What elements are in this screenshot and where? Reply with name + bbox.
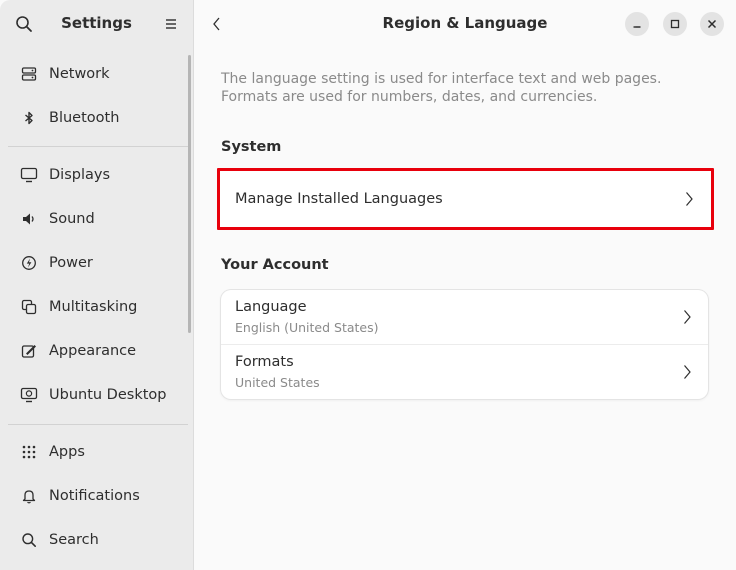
sidebar-item-ubuntu-desktop[interactable]: Ubuntu Desktop <box>8 375 184 415</box>
main-panel: Region & Language The language setting i… <box>194 0 736 570</box>
ubuntu-desktop-icon <box>20 386 38 404</box>
maximize-button[interactable] <box>663 12 687 36</box>
sidebar-item-multitasking[interactable]: Multitasking <box>8 287 184 327</box>
sidebar-item-label: Search <box>49 532 99 548</box>
bell-icon <box>20 487 38 505</box>
apps-grid-icon <box>20 443 38 461</box>
sidebar-divider <box>8 146 188 147</box>
sidebar-item-label: Network <box>49 66 110 82</box>
sidebar-item-displays[interactable]: Displays <box>8 155 184 195</box>
power-icon <box>20 254 38 272</box>
sidebar-item-sound[interactable]: Sound <box>8 199 184 239</box>
display-icon <box>20 166 38 184</box>
sidebar-item-apps[interactable]: Apps <box>8 432 184 472</box>
sidebar-item-label: Multitasking <box>49 299 138 315</box>
hamburger-menu-icon[interactable] <box>163 16 179 32</box>
row-value: United States <box>235 375 320 390</box>
sidebar-item-appearance[interactable]: Appearance <box>8 331 184 371</box>
sidebar: Settings Network Bluetooth Displays Soun… <box>0 0 194 570</box>
maximize-icon <box>670 19 680 29</box>
sidebar-item-label: Displays <box>49 167 111 183</box>
row-label: Manage Installed Languages <box>235 191 443 207</box>
minimize-button[interactable] <box>625 12 649 36</box>
formats-row[interactable]: Formats United States <box>221 344 708 399</box>
sound-icon <box>20 210 38 228</box>
page-description: The language setting is used for interfa… <box>221 71 662 105</box>
language-row[interactable]: Language English (United States) <box>221 290 708 344</box>
sidebar-item-label: Bluetooth <box>49 110 120 126</box>
sidebar-item-network[interactable]: Network <box>8 54 184 94</box>
multitasking-icon <box>20 298 38 316</box>
sidebar-divider <box>8 424 188 425</box>
row-label: Formats <box>235 354 294 370</box>
page-title: Region & Language <box>382 14 548 32</box>
sidebar-item-bluetooth[interactable]: Bluetooth <box>8 98 184 138</box>
sidebar-scrollbar[interactable] <box>188 55 191 333</box>
chevron-right-icon <box>682 364 692 380</box>
sidebar-item-label: Sound <box>49 211 95 227</box>
sidebar-item-power[interactable]: Power <box>8 243 184 283</box>
account-settings-list: Language English (United States) Formats… <box>221 290 708 399</box>
minimize-icon <box>632 19 642 29</box>
sidebar-header: Settings <box>0 0 193 47</box>
appearance-icon <box>20 342 38 360</box>
settings-window: Settings Network Bluetooth Displays Soun… <box>0 0 736 570</box>
bluetooth-icon <box>20 109 38 127</box>
section-title-system: System <box>221 139 282 155</box>
row-label: Language <box>235 299 307 315</box>
section-title-your-account: Your Account <box>221 257 329 273</box>
sidebar-item-label: Ubuntu Desktop <box>49 387 167 403</box>
sidebar-item-label: Notifications <box>49 488 140 504</box>
sidebar-item-notifications[interactable]: Notifications <box>8 476 184 516</box>
sidebar-item-label: Power <box>49 255 93 271</box>
network-icon <box>20 65 38 83</box>
row-value: English (United States) <box>235 320 379 335</box>
sidebar-item-search[interactable]: Search <box>8 520 184 560</box>
search-icon <box>20 531 38 549</box>
chevron-right-icon <box>684 191 694 207</box>
close-button[interactable] <box>700 12 724 36</box>
manage-installed-languages-row[interactable]: Manage Installed Languages <box>217 168 714 230</box>
sidebar-item-label: Appearance <box>49 343 137 359</box>
sidebar-item-label: Apps <box>49 444 85 460</box>
chevron-right-icon <box>682 309 692 325</box>
close-icon <box>707 19 717 29</box>
